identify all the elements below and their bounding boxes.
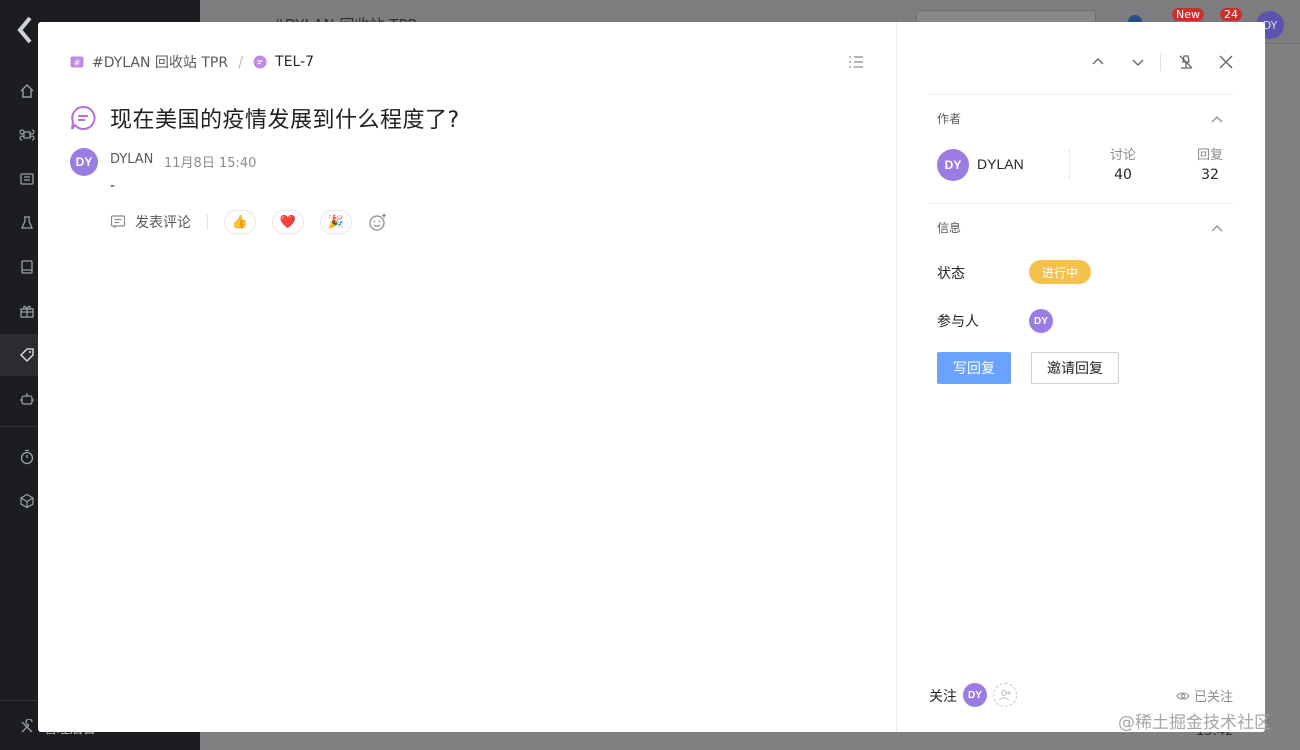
cube-icon[interactable]: [18, 492, 36, 510]
stat-discussions: 讨论 40: [1093, 144, 1153, 183]
reaction-party[interactable]: 🎉: [320, 210, 352, 234]
info-section-label: 信息: [937, 221, 962, 235]
discussion-content: # #DYLAN 回收站 TPR / TEL-7 现在美国的疫情发展到什么程度了…: [38, 22, 896, 732]
new-badge: New: [1172, 8, 1204, 21]
add-user-icon: [999, 690, 1011, 701]
author-name[interactable]: DYLAN: [977, 156, 1024, 172]
eye-icon: [1176, 691, 1190, 700]
author-avatar[interactable]: DY: [937, 149, 969, 181]
stat-label: 回复: [1196, 148, 1223, 163]
comment-button[interactable]: 发表评论: [110, 212, 191, 232]
section-divider: [929, 203, 1233, 204]
follow-row: 关注 DY 已关注: [929, 682, 1233, 708]
discussion-title-row: 现在美国的疫情发展到什么程度了?: [70, 102, 460, 134]
reaction-thumbs-up[interactable]: 👍: [224, 210, 256, 234]
followed-toggle[interactable]: 已关注: [1176, 686, 1233, 705]
breadcrumb: # #DYLAN 回收站 TPR / TEL-7: [70, 52, 314, 72]
discussion-modal: # #DYLAN 回收站 TPR / TEL-7 现在美国的疫情发展到什么程度了…: [38, 22, 1265, 732]
invite-reply-button[interactable]: 邀请回复: [1031, 352, 1119, 384]
breadcrumb-project-link[interactable]: #DYLAN 回收站 TPR: [92, 52, 228, 72]
stat-label: 讨论: [1109, 148, 1136, 163]
book-icon[interactable]: [18, 258, 36, 276]
add-reaction-icon[interactable]: [368, 212, 388, 232]
svg-text:#: #: [74, 59, 81, 68]
post-body: -: [110, 178, 116, 194]
author-section-label: 作者: [937, 112, 962, 126]
timer-icon[interactable]: [18, 448, 36, 466]
status-badge[interactable]: 进行中: [1029, 260, 1092, 284]
write-reply-button[interactable]: 写回复: [937, 352, 1011, 384]
unpin-icon[interactable]: [1178, 54, 1194, 70]
nav-separator: [1160, 53, 1161, 71]
add-follower-button[interactable]: [993, 683, 1017, 707]
post-author[interactable]: DYLAN: [110, 152, 153, 167]
flask-icon[interactable]: [18, 214, 36, 232]
gift-icon[interactable]: [18, 302, 36, 320]
details-panel: 作者 DY DYLAN 讨论 40 回复 32 信息 状态 进行中 参与人 DY…: [896, 22, 1265, 732]
post-actions: 发表评论 👍 ❤️ 🎉: [110, 210, 388, 234]
discussion-bubble-icon: [253, 55, 267, 69]
status-label: 状态: [937, 266, 965, 282]
section-divider: [929, 94, 1233, 95]
stat-value: 40: [1114, 167, 1132, 183]
chevron-up-icon[interactable]: [1210, 221, 1224, 235]
comment-icon: [110, 215, 126, 229]
actions-divider: [207, 214, 208, 230]
app-logo-icon: [16, 16, 40, 44]
follower-avatar[interactable]: DY: [963, 683, 987, 707]
home-icon[interactable]: [18, 82, 36, 100]
discussion-title: 现在美国的疫情发展到什么程度了?: [110, 108, 460, 133]
tag-icon[interactable]: [18, 346, 36, 364]
author-avatar[interactable]: DY: [70, 148, 98, 176]
robot-icon[interactable]: [18, 390, 36, 408]
tools-icon[interactable]: [18, 718, 36, 736]
reaction-heart[interactable]: ❤️: [272, 210, 304, 234]
count-badge: 24: [1220, 8, 1242, 21]
comment-button-label: 发表评论: [135, 215, 191, 231]
list-icon[interactable]: [18, 170, 36, 188]
stat-value: 32: [1201, 167, 1219, 183]
outline-list-icon[interactable]: [848, 54, 864, 70]
command-icon[interactable]: [18, 126, 36, 144]
discussion-bubble-icon: [70, 105, 96, 131]
close-icon[interactable]: [1218, 54, 1234, 70]
chevron-down-icon[interactable]: [1130, 54, 1146, 70]
stat-replies: 回复 32: [1180, 144, 1240, 183]
follow-label: 关注: [929, 689, 957, 705]
post-date: 11月8日 15:40: [164, 156, 257, 171]
chevron-up-icon[interactable]: [1090, 54, 1106, 70]
stat-divider: [1069, 148, 1070, 180]
followed-label: 已关注: [1193, 690, 1233, 705]
participant-avatar[interactable]: DY: [1029, 309, 1053, 333]
chevron-up-icon[interactable]: [1210, 112, 1224, 126]
watermark: @稀土掘金技术社区: [1118, 713, 1271, 733]
breadcrumb-issue-id: TEL-7: [275, 54, 315, 70]
participants-label: 参与人: [937, 314, 979, 330]
project-folder-icon: #: [70, 55, 84, 69]
breadcrumb-separator: /: [238, 53, 244, 71]
